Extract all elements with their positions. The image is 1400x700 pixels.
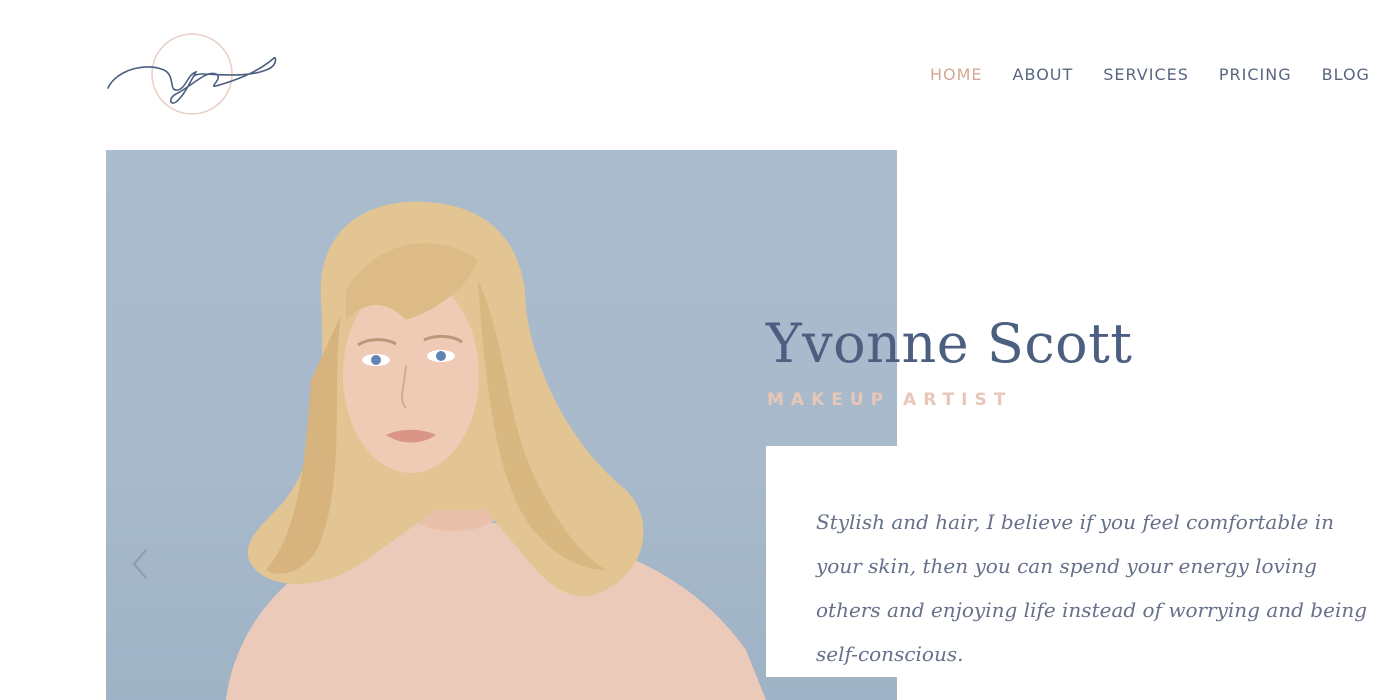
nav-blog[interactable]: BLOG (1322, 64, 1370, 86)
chevron-left-icon[interactable] (126, 546, 156, 582)
nav-services[interactable]: SERVICES (1103, 64, 1189, 86)
hero-name: Yvonne Scott (766, 312, 1133, 375)
logo-monogram: ys (191, 89, 194, 91)
hero-quote: Stylish and hair, I believe if you feel … (816, 510, 1368, 666)
main-nav: HOME ABOUT SERVICES PRICING BLOG (930, 64, 1370, 86)
site-logo[interactable]: ys (106, 30, 278, 120)
nav-home[interactable]: HOME (930, 64, 983, 86)
hero-subtitle: MAKEUP ARTIST (767, 390, 1013, 410)
nav-about[interactable]: ABOUT (1013, 64, 1074, 86)
nav-pricing[interactable]: PRICING (1219, 64, 1292, 86)
